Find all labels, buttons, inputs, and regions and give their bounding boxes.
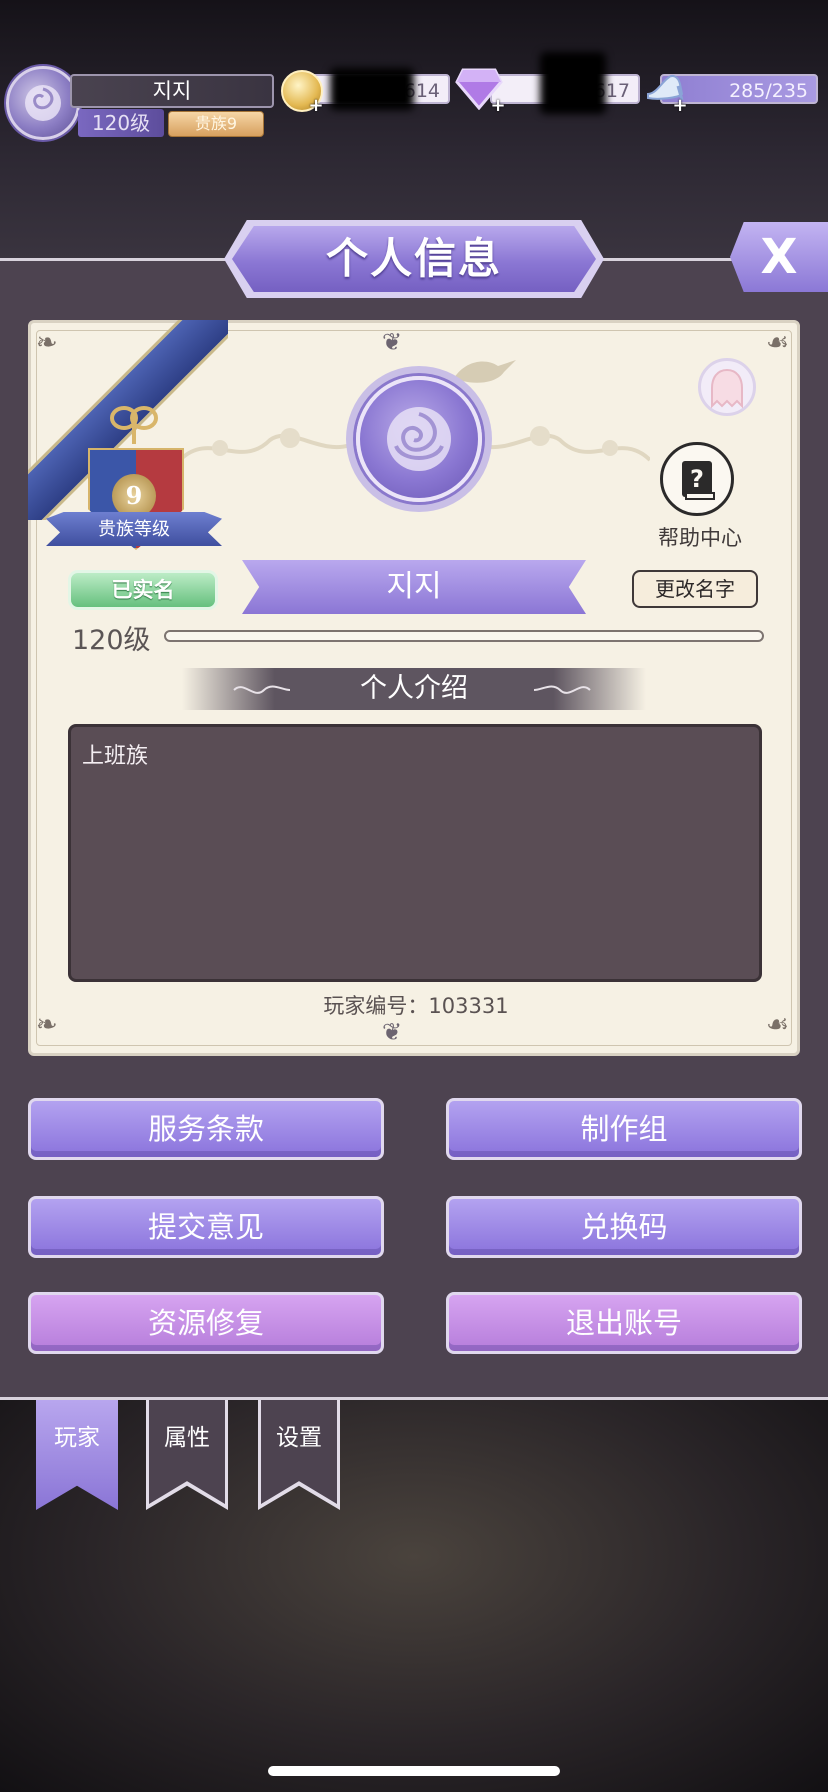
noble-level-label: 贵族等级 [46, 512, 222, 546]
feedback-button[interactable]: 提交意见 [28, 1196, 384, 1258]
avatar-frame-button[interactable] [698, 358, 756, 416]
bow-icon [110, 406, 158, 444]
noble-level-number: 9 [112, 474, 156, 518]
player-level: 120级 [72, 625, 151, 656]
ghost-icon [711, 368, 743, 408]
bird-icon [454, 360, 516, 383]
top-hud: 지지 120级 贵族9 269614 + 4617 + 285/235 + [0, 52, 828, 178]
credits-button[interactable]: 制作组 [446, 1098, 802, 1160]
vine-ornament-right [480, 426, 650, 462]
redeem-code-button[interactable]: 兑换码 [446, 1196, 802, 1258]
profile-avatar[interactable] [356, 376, 482, 502]
experience-bar [164, 630, 764, 642]
add-stamina-icon[interactable]: + [672, 97, 688, 115]
player-name: 지지 [242, 560, 586, 614]
svg-text:?: ? [690, 465, 704, 493]
page-title: 个人信息 [325, 234, 502, 283]
background-scene [0, 1400, 828, 1792]
intro-text: 上班族 [82, 744, 149, 769]
rename-button[interactable]: 更改名字 [632, 570, 758, 608]
intro-textbox[interactable] [68, 724, 762, 982]
close-button[interactable]: X [730, 222, 828, 292]
player-avatar[interactable] [6, 66, 80, 140]
hud-player-level: 120级 [78, 109, 164, 137]
bottom-center-ornament: ❦ [382, 1018, 403, 1046]
rose-icon [387, 407, 451, 471]
resource-repair-button[interactable]: 资源修复 [28, 1292, 384, 1354]
tab-settings-label: 设置 [276, 1425, 322, 1451]
corner-ornament-br: ☙ [766, 1010, 790, 1040]
corner-ornament-tr: ☙ [766, 328, 790, 358]
player-id: 玩家编号：103331 [323, 994, 509, 1018]
help-book-icon: ? [682, 461, 715, 500]
terms-of-service-button[interactable]: 服务条款 [28, 1098, 384, 1160]
help-center-label[interactable]: 帮助中心 [640, 522, 760, 552]
home-indicator[interactable] [268, 1766, 560, 1776]
tab-player-label: 玩家 [54, 1425, 100, 1451]
corner-ornament-bl: ❧ [36, 1010, 58, 1040]
redaction-mark [330, 68, 414, 110]
tab-attributes-label: 属性 [164, 1425, 210, 1451]
hud-vip-badge: 贵族9 [168, 111, 264, 137]
verified-badge: 已实名 [68, 570, 218, 610]
rose-icon [25, 85, 61, 121]
hud-player-name: 지지 [70, 74, 274, 108]
help-center-button[interactable]: ? [660, 442, 734, 516]
logout-button[interactable]: 退出账号 [446, 1292, 802, 1354]
add-gem-icon[interactable]: + [490, 97, 506, 115]
top-center-ornament: ❦ [382, 328, 403, 356]
redaction-mark [540, 52, 606, 114]
intro-title: 个人介绍 [360, 673, 468, 704]
add-gold-icon[interactable]: + [308, 97, 324, 115]
